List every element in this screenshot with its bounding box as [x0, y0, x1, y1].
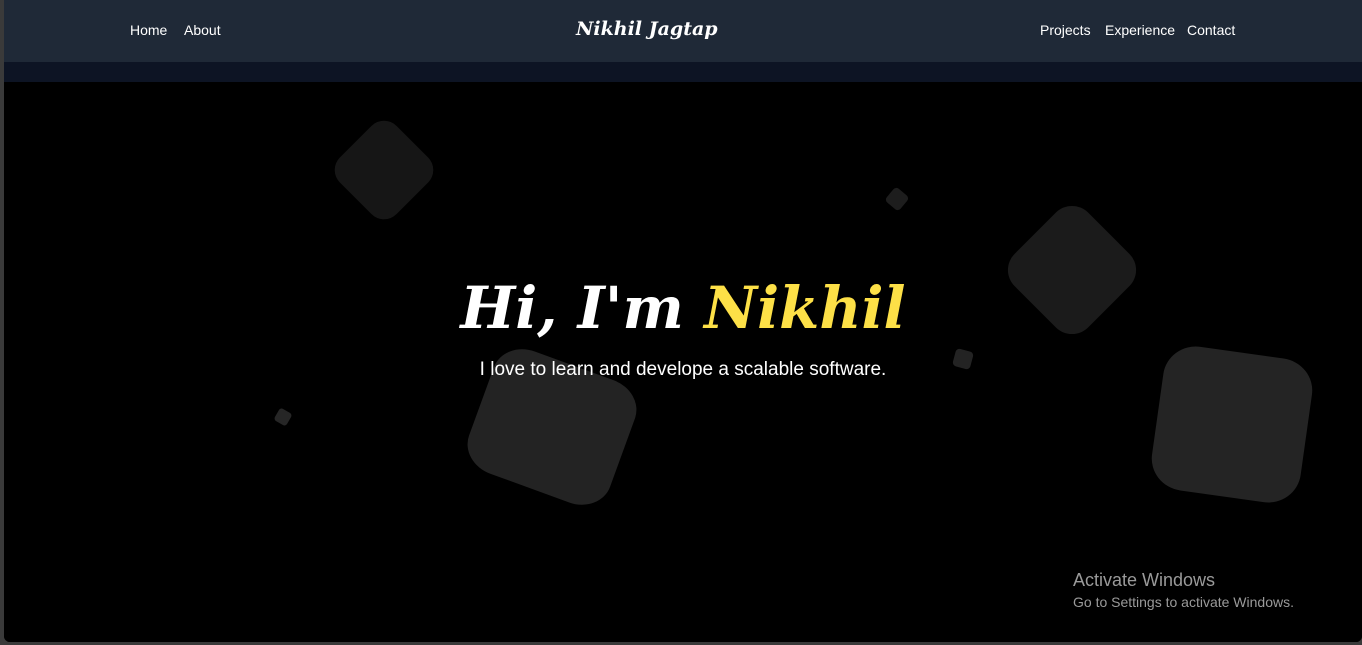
windows-activation-watermark: Activate Windows Go to Settings to activ… [1073, 568, 1294, 612]
hero-heading: Hi, I'm Nikhil [4, 274, 1362, 342]
nav-contact-link[interactable]: Contact [1187, 21, 1235, 39]
nav-projects-link[interactable]: Projects [1040, 21, 1091, 39]
floating-square-shape [884, 186, 910, 212]
activation-message: Go to Settings to activate Windows. [1073, 594, 1294, 610]
floating-square-shape [327, 113, 441, 227]
nav-home-link[interactable]: Home [130, 21, 167, 39]
top-navbar: Home About Nikhil Jagtap Projects Experi… [4, 0, 1362, 62]
hero-tagline: I love to learn and develope a scalable … [479, 359, 887, 380]
browser-viewport: Home About Nikhil Jagtap Projects Experi… [4, 0, 1362, 642]
floating-square-shape [273, 407, 293, 427]
hero-greeting: Hi, I'm [460, 274, 684, 342]
brand-logo[interactable]: Nikhil Jagtap [576, 17, 718, 41]
nav-experience-link[interactable]: Experience [1105, 21, 1175, 39]
hero-section: Hi, I'm Nikhil I love to learn and devel… [4, 82, 1362, 642]
hero-name: Nikhil [704, 274, 906, 342]
activation-title: Activate Windows [1073, 570, 1216, 590]
nav-about-link[interactable]: About [184, 21, 221, 39]
